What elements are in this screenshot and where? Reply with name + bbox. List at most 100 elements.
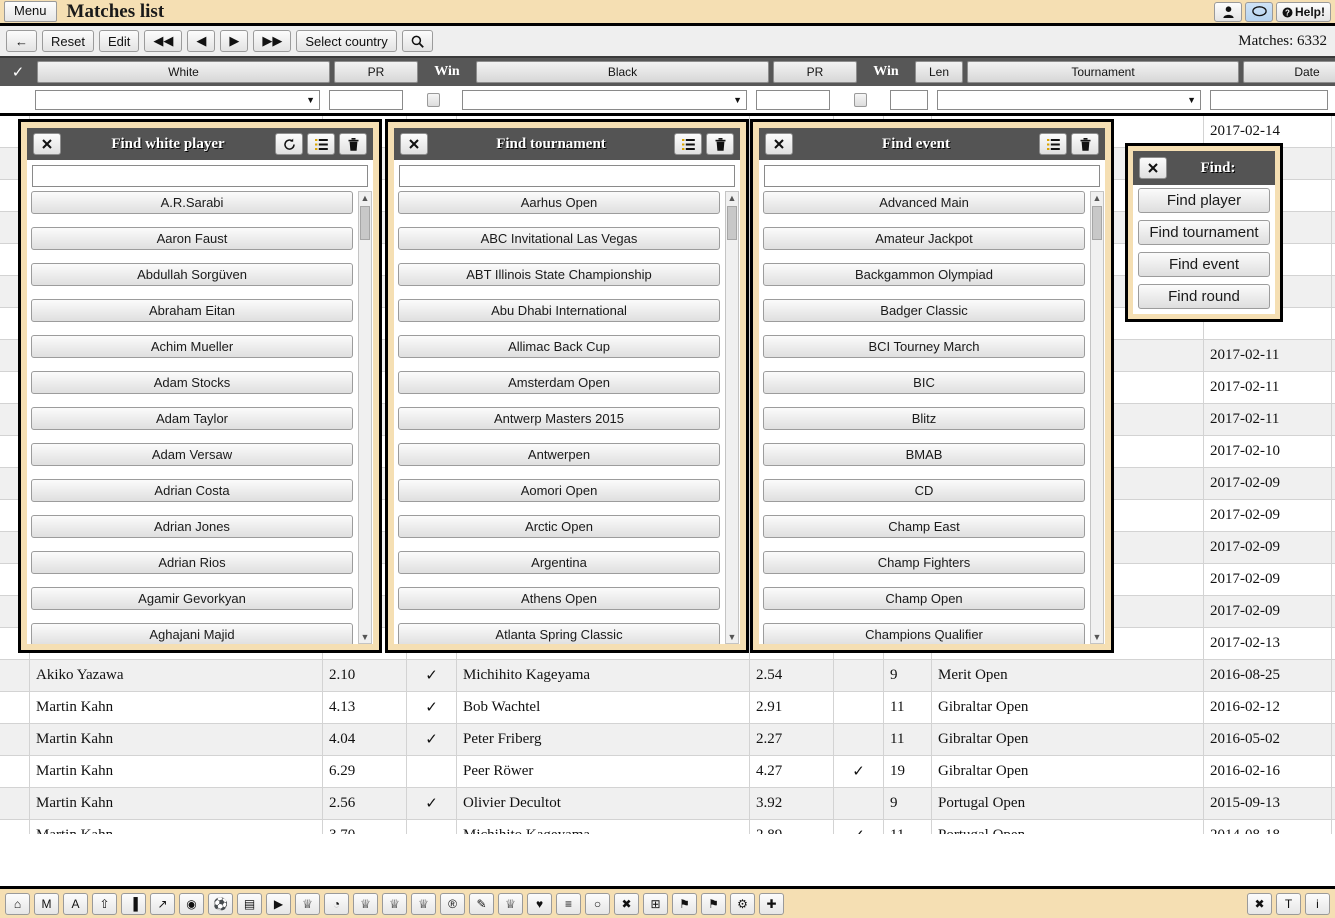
filter-input-len[interactable] — [890, 89, 928, 110]
scrollbar-thumb[interactable] — [727, 206, 737, 240]
bookmark-icon[interactable]: ⚑ — [672, 892, 697, 915]
find-menu-find-event-button[interactable]: Find event — [1138, 252, 1270, 277]
last-page-button[interactable]: ▶▶ — [253, 30, 292, 52]
table-row[interactable]: Akiko Yazawa 2.10 ✓ Michihito Kageyama 2.54 9… — [0, 660, 1335, 692]
tournament-item[interactable]: Arctic Open — [398, 515, 720, 538]
tournament-item[interactable]: Aarhus Open — [398, 191, 720, 214]
search-icon[interactable] — [401, 30, 433, 52]
edit-square-icon[interactable]: ✎ — [469, 892, 494, 915]
white-player-item[interactable]: Adrian Jones — [31, 515, 353, 538]
trophy5-icon[interactable]: ♕ — [498, 892, 523, 915]
tournament-item[interactable]: Antwerpen — [398, 443, 720, 466]
event-item[interactable]: BCI Tourney March — [763, 335, 1085, 358]
white-player-item[interactable]: Adam Taylor — [31, 407, 353, 430]
event-item[interactable]: Champ Fighters — [763, 551, 1085, 574]
line-chart-icon[interactable]: ↗ — [150, 892, 175, 915]
close-icon[interactable]: ✖ — [614, 892, 639, 915]
table-row[interactable]: Martin Kahn 2.56 ✓ Olivier Decultot 3.92 9 Por… — [0, 788, 1335, 820]
filter-input-pr2[interactable] — [756, 89, 830, 110]
scroll-down-icon[interactable]: ▼ — [1093, 631, 1102, 643]
bookmark2-icon[interactable]: ⚑ — [701, 892, 726, 915]
bar-chart-icon[interactable]: ▐ — [121, 892, 146, 915]
m-letter-icon[interactable]: M — [34, 892, 59, 915]
home-icon[interactable]: ⌂ — [5, 892, 30, 915]
scroll-down-icon[interactable]: ▼ — [361, 631, 370, 643]
select-country-button[interactable]: Select country — [296, 30, 397, 52]
event-item[interactable]: Backgammon Olympiad — [763, 263, 1085, 286]
filter-checkbox-win1[interactable] — [426, 92, 440, 107]
column-header-white[interactable]: White — [37, 61, 330, 83]
close-icon[interactable] — [400, 133, 428, 155]
soccer-ball-icon[interactable]: ⚽ — [208, 892, 233, 915]
column-header-pr1[interactable]: PR — [334, 61, 418, 83]
edit-button[interactable]: Edit — [98, 30, 140, 52]
tournament-item[interactable]: Abu Dhabi International — [398, 299, 720, 322]
filter-select-tournament[interactable]: ▼ — [937, 89, 1201, 110]
trophy-icon[interactable]: ♕ — [295, 892, 320, 915]
first-page-button[interactable]: ◀◀ — [144, 30, 183, 52]
prev-page-button[interactable]: ◀ — [187, 30, 216, 52]
white-player-item[interactable]: Abraham Eitan — [31, 299, 353, 322]
list-icon[interactable] — [1039, 133, 1067, 155]
column-header-tournament[interactable]: Tournament — [967, 61, 1239, 83]
white-player-scrollbar[interactable]: ▲ ▼ — [358, 191, 372, 644]
tournament-item[interactable]: Atlanta Spring Classic — [398, 623, 720, 644]
white-player-item[interactable]: Adam Stocks — [31, 371, 353, 394]
scrollbar-thumb[interactable] — [1092, 206, 1102, 240]
event-search-input[interactable] — [764, 165, 1100, 187]
tournament-search-input[interactable] — [399, 165, 735, 187]
scroll-up-icon[interactable]: ▲ — [728, 192, 737, 204]
scroll-up-icon[interactable]: ▲ — [361, 192, 370, 204]
archive-icon[interactable]: ▤ — [237, 892, 262, 915]
tournament-item[interactable]: Aomori Open — [398, 479, 720, 502]
event-item[interactable]: Champ East — [763, 515, 1085, 538]
find-menu-find-player-button[interactable]: Find player — [1138, 188, 1270, 213]
event-item[interactable]: BIC — [763, 371, 1085, 394]
user-icon[interactable] — [1214, 2, 1242, 22]
find-menu-find-tournament-button[interactable]: Find tournament — [1138, 220, 1270, 245]
white-player-item[interactable]: Adam Versaw — [31, 443, 353, 466]
trophy2-icon[interactable]: ♕ — [353, 892, 378, 915]
trash-icon[interactable] — [1071, 133, 1099, 155]
table-row[interactable]: Martin Kahn 4.13 ✓ Bob Wachtel 2.91 11 Gibralt… — [0, 692, 1335, 724]
list-icon[interactable] — [674, 133, 702, 155]
close-icon[interactable] — [33, 133, 61, 155]
chat-icon[interactable]: ○ — [585, 892, 610, 915]
white-player-item[interactable]: Adrian Rios — [31, 551, 353, 574]
registered-icon[interactable]: ® — [440, 892, 465, 915]
scroll-down-icon[interactable]: ▼ — [728, 631, 737, 643]
close-icon[interactable] — [1139, 157, 1167, 179]
help-button[interactable]: ? Help! — [1276, 2, 1331, 22]
find-menu-find-round-button[interactable]: Find round — [1138, 284, 1270, 309]
menu-button[interactable]: Menu — [4, 1, 57, 22]
tournament-item[interactable]: Amsterdam Open — [398, 371, 720, 394]
reset-button[interactable]: Reset — [42, 30, 94, 52]
column-header-pr2[interactable]: PR — [773, 61, 857, 83]
table-row[interactable]: Martin Kahn 4.04 ✓ Peter Friberg 2.27 11 Gibra… — [0, 724, 1335, 756]
column-header-date[interactable]: Date — [1243, 61, 1335, 83]
filter-input-date[interactable] — [1210, 89, 1328, 110]
eye-icon[interactable]: ◉ — [179, 892, 204, 915]
event-scrollbar[interactable]: ▲ ▼ — [1090, 191, 1104, 644]
filter-select-white[interactable]: ▼ — [35, 89, 320, 110]
scroll-up-icon[interactable]: ▲ — [1093, 192, 1102, 204]
tournament-item[interactable]: ABC Invitational Las Vegas — [398, 227, 720, 250]
event-item[interactable]: Badger Classic — [763, 299, 1085, 322]
column-header-win2[interactable]: Win — [861, 61, 911, 83]
a-letter-icon[interactable]: A — [63, 892, 88, 915]
event-item[interactable]: Champ Open — [763, 587, 1085, 610]
tournament-scrollbar[interactable]: ▲ ▼ — [725, 191, 739, 644]
table-row[interactable]: Martin Kahn3.70 Michihito Kageyama2.89✓11… — [0, 820, 1335, 834]
event-item[interactable]: BMAB — [763, 443, 1085, 466]
white-player-item[interactable]: Achim Mueller — [31, 335, 353, 358]
tournament-item[interactable]: Argentina — [398, 551, 720, 574]
settings-icon[interactable]: ⚙ — [730, 892, 755, 915]
plus-icon[interactable]: ✚ — [759, 892, 784, 915]
white-player-item[interactable]: Aghajani Majid — [31, 623, 353, 644]
table-row[interactable]: Martin Kahn 6.29 Peer Röwer 4.27 ✓ 19 Gibralta… — [0, 756, 1335, 788]
white-player-item[interactable]: A.R.Sarabi — [31, 191, 353, 214]
tournament-item[interactable]: Antwerp Masters 2015 — [398, 407, 720, 430]
back-button[interactable]: ← — [6, 30, 37, 52]
next-page-button[interactable]: ▶ — [220, 30, 249, 52]
filter-input-pr1[interactable] — [329, 89, 403, 110]
